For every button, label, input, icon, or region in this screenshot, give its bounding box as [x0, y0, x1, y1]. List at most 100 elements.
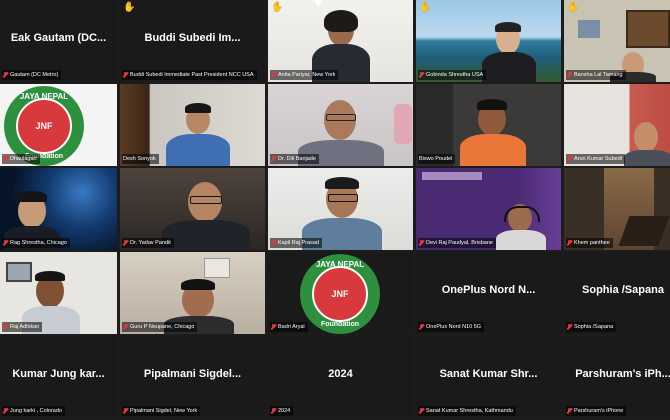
mic-muted-icon — [567, 72, 572, 78]
participant-label-text: Gobinda Shrestha USA — [426, 72, 484, 78]
participant-tile[interactable]: Khem panthee — [564, 168, 670, 250]
participant-label: OnePlus Nord N10 5G — [418, 322, 485, 332]
participant-label-text: Jung karki , Colorado — [10, 408, 62, 414]
participant-name: Pipalmani Sigdel... — [143, 368, 242, 380]
participant-label: Biswo Poudel — [418, 154, 456, 164]
participant-tile[interactable]: ✋ Gobinda Shrestha USA — [416, 0, 561, 82]
participant-tile[interactable]: Devi Raj Paudyal, Brisbane — [416, 168, 561, 250]
participant-tile[interactable]: ✋ Buddi Subedi Im... Buddi Subedi Immedi… — [120, 0, 265, 82]
participant-name: Sanat Kumar Shr... — [439, 368, 538, 380]
participant-label: Anita Pariyar, New York — [270, 70, 339, 80]
participant-tile[interactable]: OnePlus Nord N... OnePlus Nord N10 5G — [416, 252, 561, 334]
mic-muted-icon — [271, 324, 276, 330]
mic-muted-icon — [3, 240, 8, 246]
participant-name: Kumar Jung kar... — [12, 368, 105, 380]
participant-tile[interactable]: Dr. Yadav Pandit — [120, 168, 265, 250]
participant-label-text: 2024 — [278, 408, 291, 414]
participant-tile[interactable]: Rag Shrestha, Chicago — [0, 168, 117, 250]
mic-muted-icon — [271, 72, 276, 78]
mic-muted-icon — [567, 156, 572, 162]
participant-name: Sophia /Sapana — [582, 284, 664, 296]
participant-label-text: Khem panthee — [574, 240, 610, 246]
participant-label: Raj Adhikari — [2, 322, 43, 332]
participant-label-text: OnePlus Nord N10 5G — [426, 324, 482, 330]
participant-tile[interactable]: Arun Kumar Subedi — [564, 84, 670, 166]
mic-muted-icon — [271, 408, 276, 414]
participant-label-text: Parshuram's iPhone — [574, 408, 624, 414]
participant-tile[interactable]: Dr. Dili Banjade — [268, 84, 413, 166]
mic-muted-icon — [3, 408, 8, 414]
participant-label-text: Pipalmani Sigdel, New York — [130, 408, 198, 414]
participant-tile[interactable]: Sanat Kumar Shr... Sanat Kumar Shrestha,… — [416, 336, 561, 418]
participant-label: Arun Kumar Subedi — [566, 154, 625, 164]
participant-tile[interactable]: JAYA NEPAL JNF Foundation Dhaulagari — [0, 84, 117, 166]
jaya-nepal-logo: JAYA NEPAL JNF Foundation — [300, 254, 380, 334]
participant-label: Jung karki , Colorado — [2, 406, 65, 416]
participant-tile[interactable]: ✋ Anita Pariyar, New York — [268, 0, 413, 82]
participant-tile[interactable]: Parshuram's iPh... Parshuram's iPhone — [564, 336, 670, 418]
participant-label: Khem panthee — [566, 238, 613, 248]
participant-label: Dr. Yadav Pandit — [122, 238, 174, 248]
mic-muted-icon — [419, 324, 424, 330]
mic-muted-icon — [123, 72, 128, 78]
mic-muted-icon — [3, 156, 8, 162]
participant-label: Gobinda Shrestha USA — [418, 70, 487, 80]
participant-label-text: Rag Shrestha, Chicago — [10, 240, 67, 246]
participant-tile[interactable]: Kumar Jung kar... Jung karki , Colorado — [0, 336, 117, 418]
participant-label: Bansha Lal Tamang — [566, 70, 626, 80]
participant-label-text: Biswo Poudel — [419, 156, 453, 162]
participant-label: 2024 — [270, 406, 294, 416]
participant-tile-active-speaker[interactable]: Desh Sonyok — [120, 84, 265, 166]
participant-tile[interactable]: Eak Gautam (DC... Gautam (DC Metro) — [0, 0, 117, 82]
participant-label-text: Devi Raj Paudyal, Brisbane — [426, 240, 493, 246]
participant-label-text: Raj Adhikari — [10, 324, 40, 330]
participant-label: Devi Raj Paudyal, Brisbane — [418, 238, 496, 248]
mic-muted-icon — [123, 324, 128, 330]
participant-name: Buddi Subedi Im... — [144, 32, 241, 44]
participant-label: Gautam (DC Metro) — [2, 70, 62, 80]
participant-label: Rag Shrestha, Chicago — [2, 238, 70, 248]
participant-tile[interactable]: 2024 2024 — [268, 336, 413, 418]
participant-label-text: Sanat Kumar Shrestha, Kathmandu — [426, 408, 513, 414]
participant-label-text: Gautam (DC Metro) — [10, 72, 59, 78]
mic-muted-icon — [123, 408, 128, 414]
raised-hand-icon: ✋ — [271, 2, 284, 13]
participant-name: OnePlus Nord N... — [441, 284, 536, 296]
mic-muted-icon — [419, 408, 424, 414]
participant-label-text: Dr. Yadav Pandit — [130, 240, 171, 246]
participant-tile[interactable]: Raj Adhikari — [0, 252, 117, 334]
participant-label: Sophia /Sapana — [566, 322, 617, 332]
participant-tile[interactable]: Pipalmani Sigdel... Pipalmani Sigdel, Ne… — [120, 336, 265, 418]
participant-label-text: Buddi Subedi Immediate Past President NC… — [130, 72, 254, 78]
participant-label: Parshuram's iPhone — [566, 406, 627, 416]
participant-label: Pipalmani Sigdel, New York — [122, 406, 201, 416]
participant-name: Parshuram's iPh... — [575, 368, 670, 380]
mic-muted-icon — [271, 240, 276, 246]
participant-label: Buddi Subedi Immediate Past President NC… — [122, 70, 257, 80]
participant-label: Dr. Dili Banjade — [270, 154, 319, 164]
participant-label: Guru P Neupane, Chicago — [122, 322, 198, 332]
raised-hand-icon: ✋ — [567, 2, 580, 13]
participant-tile[interactable]: Guru P Neupane, Chicago — [120, 252, 265, 334]
participant-tile[interactable]: Sophia /Sapana Sophia /Sapana — [564, 252, 670, 334]
mic-muted-icon — [123, 240, 128, 246]
participant-tile[interactable]: Kapil Raj Prasad — [268, 168, 413, 250]
mic-muted-icon — [567, 408, 572, 414]
participant-tile[interactable]: JAYA NEPAL JNF Foundation Badri Aryal — [268, 252, 413, 334]
participant-label-text: Sophia /Sapana — [574, 324, 614, 330]
participant-name: Eak Gautam (DC... — [10, 32, 107, 44]
participant-tile[interactable]: ✋ Bansha Lal Tamang — [564, 0, 670, 82]
raised-hand-icon: ✋ — [419, 2, 432, 13]
participant-label: Dhaulagari — [2, 154, 40, 164]
mic-muted-icon — [419, 240, 424, 246]
mic-muted-icon — [271, 156, 276, 162]
participant-label-text: Dhaulagari — [10, 156, 37, 162]
participant-label-text: Arun Kumar Subedi — [574, 156, 622, 162]
mic-muted-icon — [567, 324, 572, 330]
mic-muted-icon — [419, 72, 424, 78]
participant-label-text: Badri Aryal — [278, 324, 305, 330]
participant-tile[interactable]: Biswo Poudel — [416, 84, 561, 166]
participant-label: Kapil Raj Prasad — [270, 238, 322, 248]
participant-label-text: Kapil Raj Prasad — [278, 240, 319, 246]
participant-name: 2024 — [328, 368, 353, 380]
